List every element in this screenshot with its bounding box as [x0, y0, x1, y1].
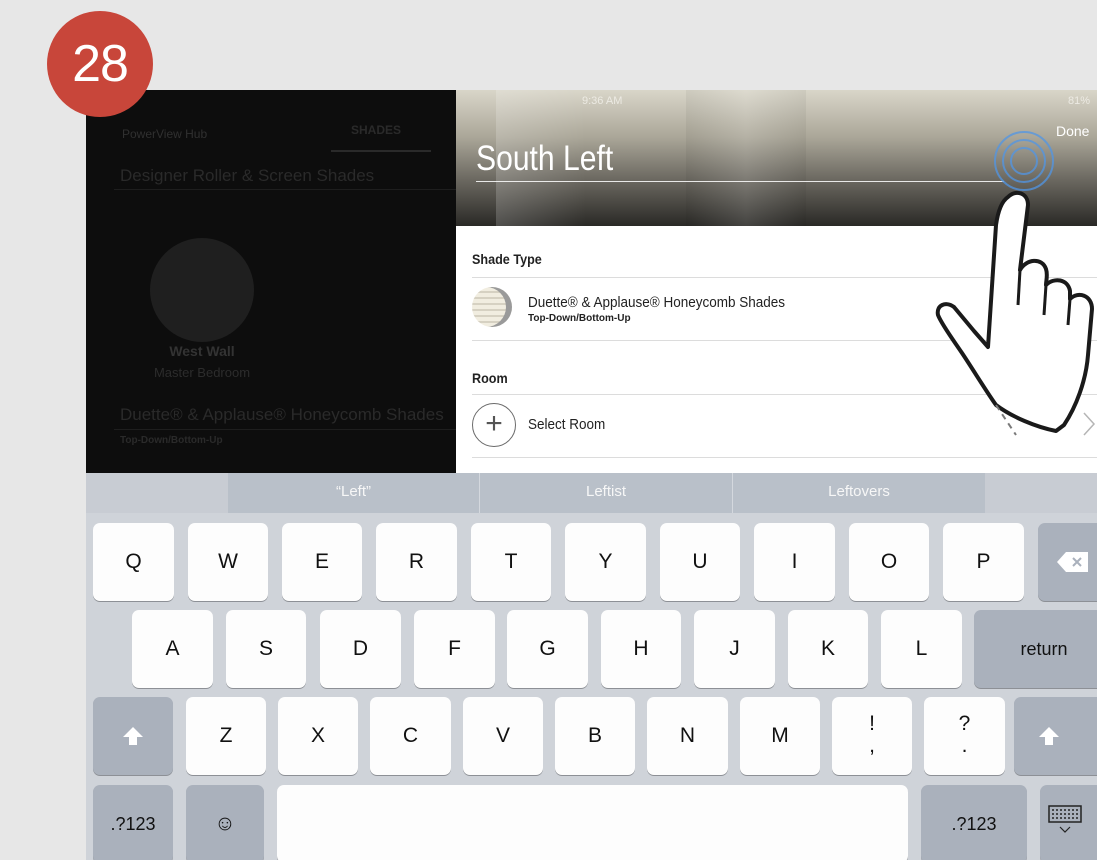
key-b[interactable]: B — [555, 697, 635, 775]
ipad-screen: PowerView Hub SHADES Designer Roller & S… — [86, 90, 1097, 860]
key-m[interactable]: M — [740, 697, 820, 775]
backspace-icon — [1057, 552, 1088, 572]
plus-icon[interactable]: + — [472, 403, 516, 447]
divider — [114, 189, 456, 190]
key-bottom-char: . — [961, 734, 968, 757]
space-bar[interactable] — [277, 785, 908, 860]
shift-arrow-icon — [1039, 727, 1059, 745]
key-t[interactable]: T — [471, 523, 551, 601]
smiley-icon: ☺ — [214, 812, 236, 835]
key-e[interactable]: E — [282, 523, 362, 601]
key-d[interactable]: D — [320, 610, 401, 688]
status-battery: 81% — [1068, 95, 1091, 107]
key-p[interactable]: P — [943, 523, 1024, 601]
key-c[interactable]: C — [370, 697, 451, 775]
key-h[interactable]: H — [601, 610, 681, 688]
shade-type-subtitle: Top-Down/Bottom-Up — [528, 313, 631, 324]
emoji-key[interactable]: ☺ — [186, 785, 264, 860]
suggestion-item[interactable]: Leftovers — [733, 473, 985, 513]
key-z[interactable]: Z — [186, 697, 266, 775]
step-number-badge: 28 — [47, 11, 153, 117]
key-question-period[interactable]: ?. — [924, 697, 1005, 775]
key-q[interactable]: Q — [93, 523, 174, 601]
suggestion-item[interactable]: “Left” — [228, 473, 479, 513]
done-button[interactable]: Done — [1056, 123, 1089, 139]
pointing-hand-icon — [935, 190, 1094, 436]
shade-type-value[interactable]: Duette® & Applause® Honeycomb Shades — [528, 294, 785, 311]
key-top-char: ? — [958, 712, 971, 735]
shift-arrow-icon — [123, 727, 143, 745]
key-v[interactable]: V — [463, 697, 543, 775]
key-o[interactable]: O — [849, 523, 929, 601]
key-i[interactable]: I — [754, 523, 835, 601]
tab-underline — [331, 150, 431, 152]
key-u[interactable]: U — [660, 523, 740, 601]
section-subtitle: Top-Down/Bottom-Up — [120, 435, 223, 446]
onscreen-keyboard: “Left” Leftist Leftovers Q W E R T Y U I… — [86, 473, 1097, 860]
key-exclamation-comma[interactable]: !, — [832, 697, 912, 775]
key-r[interactable]: R — [376, 523, 457, 601]
key-a[interactable]: A — [132, 610, 213, 688]
shade-list-panel: PowerView Hub SHADES Designer Roller & S… — [86, 90, 456, 473]
status-time: 9:36 AM — [582, 95, 623, 107]
shade-type-label: Shade Type — [472, 251, 542, 267]
delete-key[interactable] — [1038, 523, 1097, 601]
numbers-key-left[interactable]: .?123 — [93, 785, 173, 860]
key-x[interactable]: X — [278, 697, 358, 775]
divider — [472, 457, 1097, 458]
key-g[interactable]: G — [507, 610, 588, 688]
key-s[interactable]: S — [226, 610, 306, 688]
shift-key-right[interactable] — [1014, 697, 1097, 775]
return-key[interactable]: return — [974, 610, 1097, 688]
suggestion-bar: “Left” Leftist Leftovers — [86, 473, 1097, 513]
tap-indicator — [1010, 147, 1038, 175]
key-n[interactable]: N — [647, 697, 728, 775]
key-bottom-char: , — [869, 734, 875, 757]
hub-title: PowerView Hub — [122, 127, 208, 141]
suggestion-item[interactable]: Leftist — [480, 473, 732, 513]
section-title-honeycomb: Duette® & Applause® Honeycomb Shades — [120, 405, 444, 424]
key-top-char: ! — [869, 712, 875, 735]
shade-type-thumbnail — [472, 287, 512, 327]
shade-thumbnail[interactable] — [150, 238, 254, 342]
shift-key-left[interactable] — [93, 697, 173, 775]
key-w[interactable]: W — [188, 523, 268, 601]
shade-name-input[interactable] — [476, 137, 1005, 182]
key-j[interactable]: J — [694, 610, 775, 688]
tab-shades[interactable]: SHADES — [351, 123, 401, 137]
divider — [114, 429, 456, 430]
select-room-label[interactable]: Select Room — [528, 416, 605, 433]
shade-room: Master Bedroom — [153, 365, 251, 380]
key-l[interactable]: L — [881, 610, 962, 688]
shade-name: West Wall — [169, 343, 235, 359]
hide-keyboard-key[interactable] — [1040, 785, 1097, 860]
section-title-roller: Designer Roller & Screen Shades — [120, 166, 375, 185]
keyboard-dismiss-icon — [1048, 805, 1082, 833]
numbers-key-right[interactable]: .?123 — [921, 785, 1027, 860]
room-label: Room — [472, 370, 508, 386]
key-f[interactable]: F — [414, 610, 495, 688]
key-k[interactable]: K — [788, 610, 868, 688]
key-y[interactable]: Y — [565, 523, 646, 601]
